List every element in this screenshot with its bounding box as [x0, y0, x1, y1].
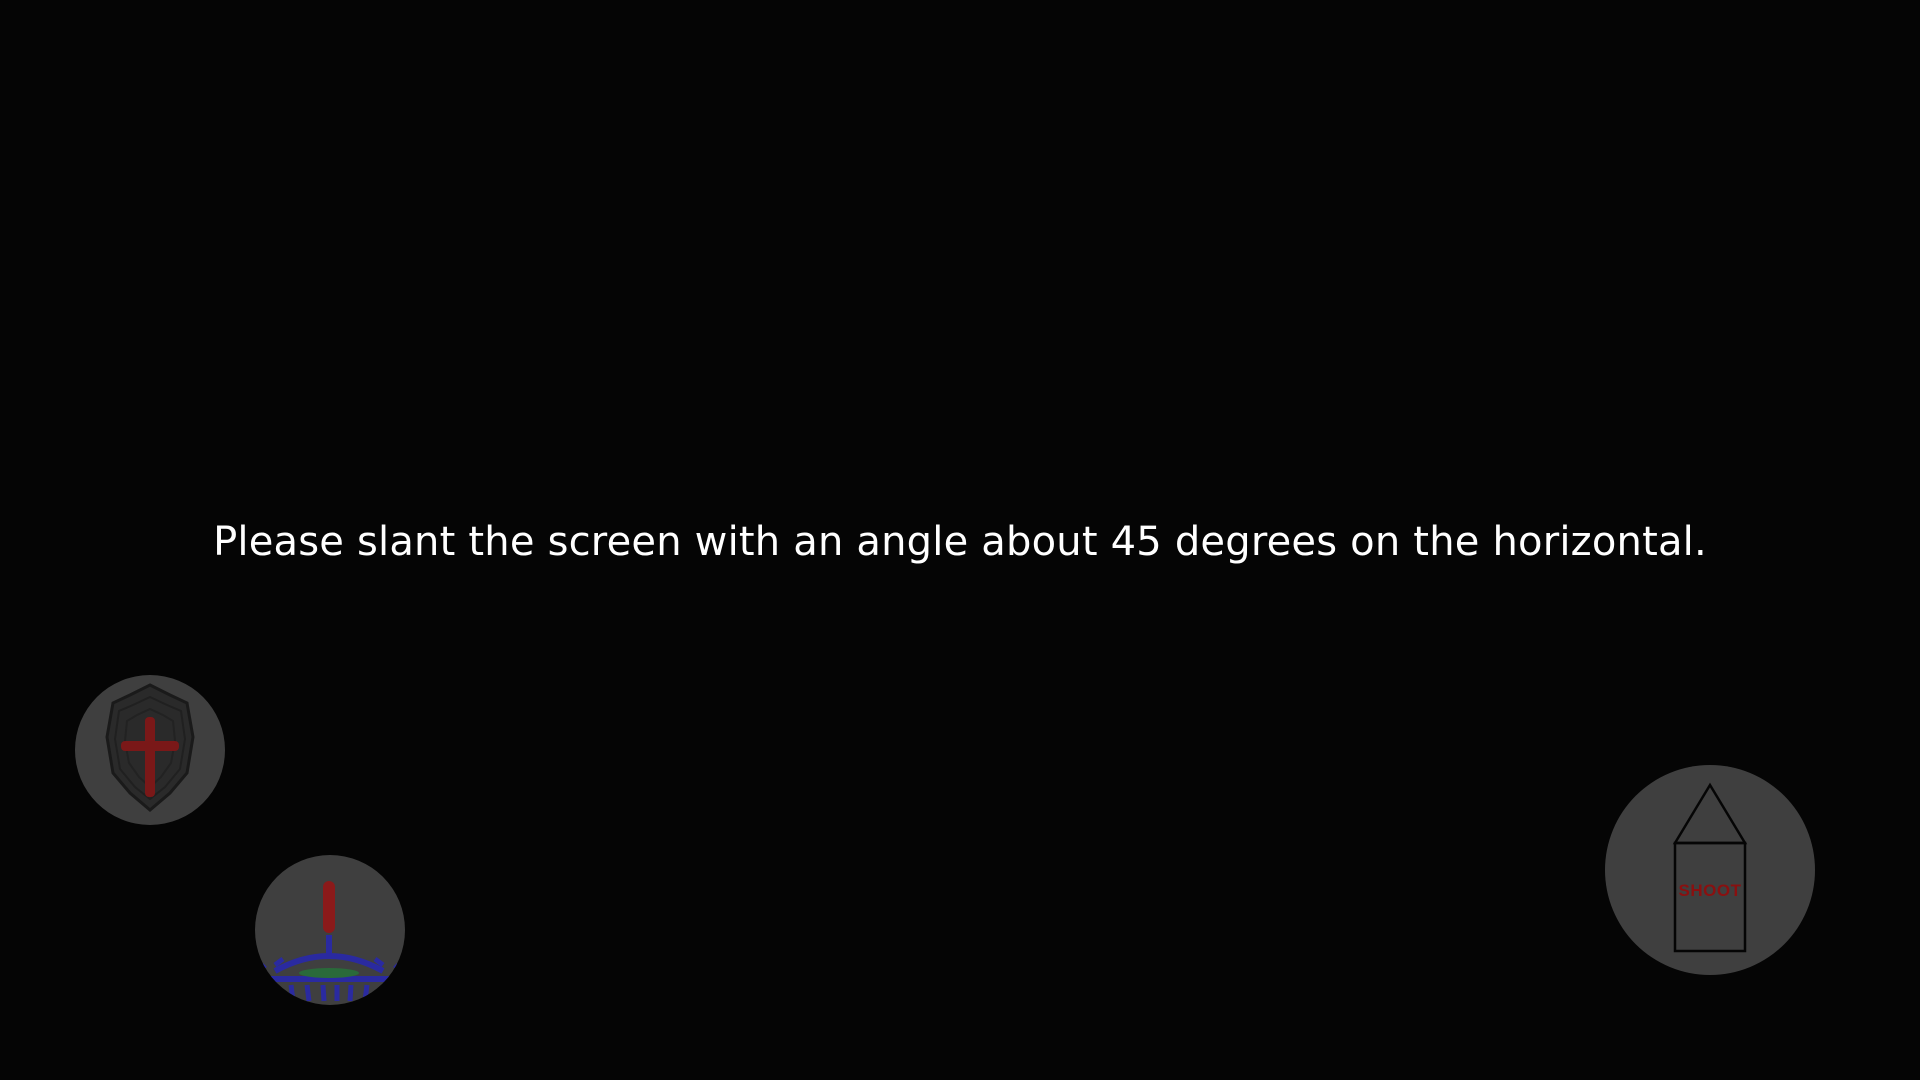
shoot-label: SHOOT — [1678, 881, 1742, 900]
game-screen: Please slant the screen with an angle ab… — [0, 0, 1920, 1080]
shield-icon — [105, 683, 195, 812]
shield-button[interactable] — [75, 675, 225, 825]
rocket-icon — [1672, 782, 1748, 953]
bomb-button[interactable] — [255, 855, 405, 1005]
tilt-instruction-text: Please slant the screen with an angle ab… — [213, 519, 1707, 565]
bomb-icon — [255, 881, 405, 1002]
shoot-button[interactable]: SHOOT — [1605, 765, 1815, 975]
